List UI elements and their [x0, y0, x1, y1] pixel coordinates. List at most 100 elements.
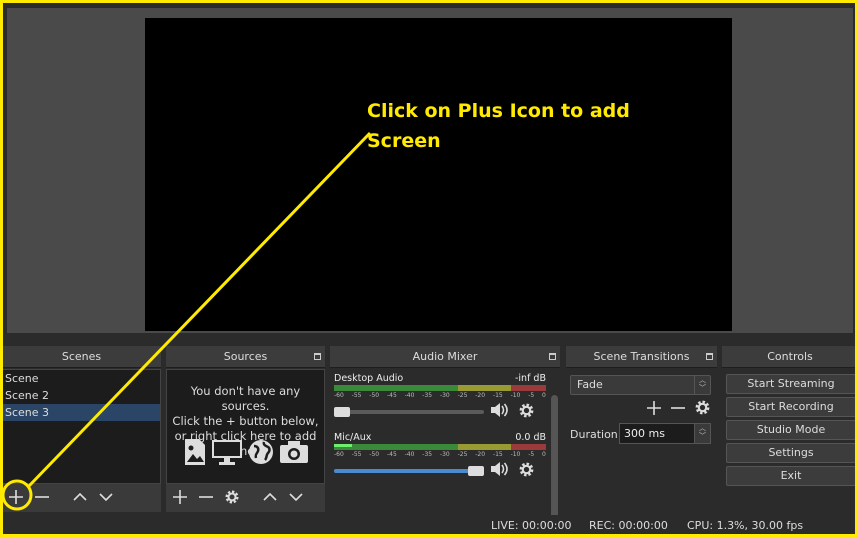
chevron-down-icon — [99, 493, 113, 502]
channel-name: Mic/Aux — [334, 432, 372, 443]
mixer-scrollbar[interactable] — [551, 395, 558, 531]
settings-button[interactable]: Settings — [726, 443, 856, 463]
volume-slider[interactable] — [334, 407, 484, 417]
scale-tick-label: -50 — [369, 392, 380, 399]
status-bar: LIVE: 00:00:00 REC: 00:00:00 CPU: 1.3%, … — [0, 515, 858, 537]
controls-body: Start Streaming Start Recording Studio M… — [722, 369, 858, 512]
scale-tick-label: -35 — [422, 392, 433, 399]
slider-knob[interactable] — [334, 407, 350, 417]
monitor-icon — [211, 440, 242, 465]
scale-tick-label: -35 — [422, 451, 433, 458]
duration-input[interactable]: 300 ms ︿ ﹀ — [619, 423, 711, 444]
scale-tick-label: -25 — [457, 451, 468, 458]
scale-tick-label: 0 — [542, 392, 546, 399]
rec-timer: REC: 00:00:00 — [589, 519, 668, 532]
scale-tick-label: 0 — [542, 451, 546, 458]
volume-slider[interactable] — [334, 466, 484, 476]
scale-tick-label: -15 — [492, 392, 503, 399]
scale-tick-label: -30 — [439, 392, 450, 399]
move-scene-up-button[interactable] — [70, 488, 90, 508]
plus-icon — [9, 490, 23, 504]
transition-select[interactable]: Fade ︿ ﹀ — [570, 375, 711, 395]
audio-mixer-dock: Audio Mixer Desktop Audio -inf dB -60 -55… — [330, 346, 560, 531]
spinner-arrows-icon[interactable]: ︿ ﹀ — [694, 424, 710, 443]
plus-icon[interactable] — [646, 400, 662, 416]
studio-mode-button[interactable]: Studio Mode — [726, 420, 856, 440]
scale-tick-label: -15 — [492, 451, 503, 458]
scenes-title: Scenes — [2, 346, 161, 368]
remove-scene-button[interactable] — [32, 488, 52, 508]
mixer-body: Desktop Audio -inf dB -60 -55 -50 -45 -40 -35… — [330, 369, 560, 531]
controls-dock: Controls Start Streaming Start Recording… — [722, 346, 858, 512]
scene-transitions-dock: Scene Transitions Fade ︿ ﹀ Duration 300 m… — [566, 346, 717, 512]
sources-list[interactable]: You don't have any sources. Click the + … — [166, 369, 325, 484]
transition-select-value: Fade — [577, 378, 603, 391]
source-properties-button[interactable] — [222, 488, 242, 508]
controls-title: Controls — [722, 346, 858, 368]
scale-tick-label: -10 — [510, 392, 521, 399]
updown-arrows-icon: ︿ ﹀ — [694, 376, 710, 394]
cpu-status: CPU: 1.3%, 30.00 fps — [687, 519, 804, 532]
channel-db: 0.0 dB — [515, 432, 546, 443]
globe-icon — [248, 440, 273, 464]
float-dock-icon[interactable] — [314, 353, 321, 360]
sources-dock: Sources You don't have any sources. Clic… — [166, 346, 325, 512]
minus-icon — [199, 496, 213, 498]
duration-label: Duration — [570, 428, 618, 441]
duration-value: 300 ms — [624, 427, 665, 440]
scale-tick-label: -25 — [457, 392, 468, 399]
scene-item-selected[interactable]: Scene 3 — [3, 404, 160, 421]
scale-tick-label: -60 — [334, 451, 344, 458]
chevron-up-icon — [73, 492, 87, 501]
volume-meter — [334, 385, 546, 391]
start-streaming-button[interactable]: Start Streaming — [726, 374, 856, 394]
channel-name: Desktop Audio — [334, 373, 404, 384]
chevron-down-icon — [289, 493, 303, 502]
mixer-channel: Mic/Aux 0.0 dB -60 -55 -50 -45 -40 -35 -30 -25-… — [334, 432, 546, 487]
meter-level — [334, 444, 352, 447]
speaker-icon[interactable] — [490, 401, 510, 419]
scale-tick-label: -40 — [404, 392, 415, 399]
meter-scale: -60 -55 -50 -45 -40 -35 -30 -25 -20 -15 -10 -5 0 — [334, 392, 546, 399]
float-dock-icon[interactable] — [706, 353, 713, 360]
start-recording-button[interactable]: Start Recording — [726, 397, 856, 417]
scale-tick-label: -20 — [475, 392, 486, 399]
scenes-list[interactable]: Scene Scene 2 Scene 3 — [2, 369, 161, 484]
scenes-dock: Scenes Scene Scene 2 Scene 3 — [2, 346, 161, 512]
sources-title: Sources — [166, 346, 325, 368]
preview-canvas[interactable] — [145, 18, 732, 331]
gear-icon[interactable] — [518, 461, 535, 478]
scale-tick-label: -50 — [369, 451, 380, 458]
audio-mixer-title: Audio Mixer — [330, 346, 560, 368]
speaker-icon[interactable] — [490, 460, 510, 478]
scale-tick-label: -5 — [528, 451, 535, 458]
minus-icon[interactable] — [670, 400, 686, 416]
remove-source-button[interactable] — [196, 488, 216, 508]
transitions-body: Fade ︿ ﹀ Duration 300 ms ︿ ﹀ — [566, 369, 717, 512]
slider-knob[interactable] — [468, 466, 484, 476]
scale-tick-label: -5 — [528, 392, 535, 399]
chevron-up-icon — [263, 492, 277, 501]
exit-button[interactable]: Exit — [726, 466, 856, 486]
gear-icon — [225, 490, 239, 504]
gear-icon[interactable] — [694, 399, 711, 416]
plus-icon — [173, 490, 187, 504]
scale-tick-label: -30 — [439, 451, 450, 458]
volume-meter — [334, 444, 546, 450]
add-scene-button[interactable] — [6, 488, 26, 508]
annotation-callout: Click on Plus Icon to add Screen — [367, 100, 630, 152]
scene-item[interactable]: Scene — [3, 370, 160, 387]
preview-area — [7, 8, 853, 333]
float-dock-icon[interactable] — [549, 353, 556, 360]
meter-scale: -60 -55 -50 -45 -40 -35 -30 -25 -20 -15 -10 -5 0 — [334, 451, 546, 458]
scenes-toolbar — [2, 484, 161, 512]
move-scene-down-button[interactable] — [96, 488, 116, 508]
move-source-down-button[interactable] — [286, 488, 306, 508]
scene-transitions-title: Scene Transitions — [566, 346, 717, 368]
move-source-up-button[interactable] — [260, 488, 280, 508]
scale-tick-label: -20 — [475, 451, 486, 458]
gear-icon[interactable] — [518, 402, 535, 419]
scene-item[interactable]: Scene 2 — [3, 387, 160, 404]
sources-toolbar — [166, 484, 325, 512]
add-source-button[interactable] — [170, 488, 190, 508]
